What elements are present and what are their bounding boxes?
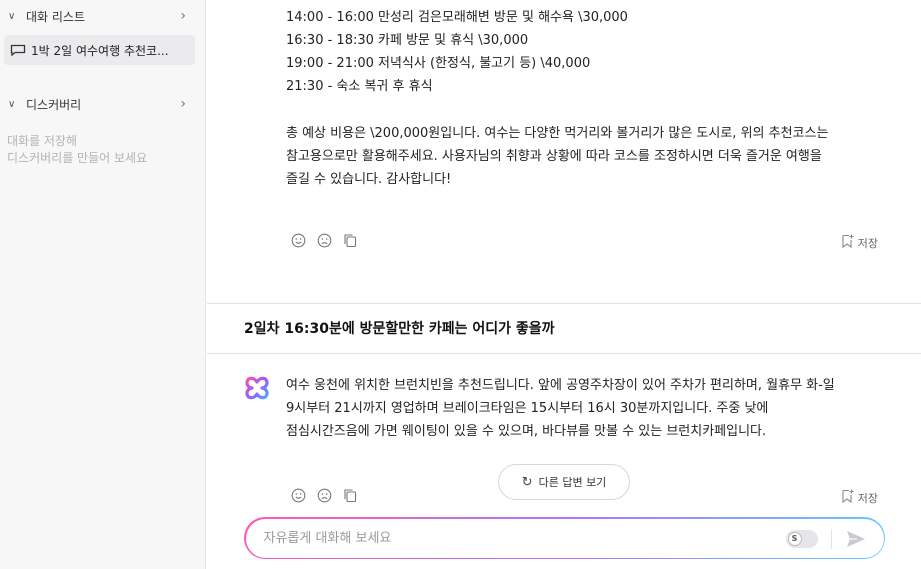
bookmark-add-icon <box>841 234 854 251</box>
divider <box>207 303 921 304</box>
sidebar-chat-item[interactable]: 1박 2일 여수여행 추천코... <box>4 35 195 65</box>
regenerate-label: 다른 답변 보기 <box>538 476 607 489</box>
answer-1-text: 14:00 - 16:00 만성리 검은모래해변 방문 및 해수욕 \30,00… <box>286 6 886 191</box>
chat-input[interactable] <box>263 530 744 546</box>
itinerary-line: 19:00 - 21:00 저녁식사 (한정식, 불고기 등) \40,000 <box>286 56 591 71</box>
chevron-right-icon[interactable]: › <box>180 8 186 24</box>
conversation-list-header[interactable]: ∨ 대화 리스트 › <box>0 3 206 29</box>
divider <box>207 353 921 354</box>
copy-icon[interactable] <box>342 488 358 504</box>
itinerary-line: 21:30 - 숙소 복귀 후 휴식 <box>286 79 433 94</box>
save-button[interactable]: 저장 <box>841 234 878 251</box>
save-button[interactable]: 저장 <box>841 489 878 506</box>
answer-line: 여수 웅천에 위치한 브런치빈을 추천드립니다. 앞에 공영주차장이 있어 주차… <box>286 378 835 393</box>
divider <box>830 528 832 549</box>
itinerary-line: 14:00 - 16:00 만성리 검은모래해변 방문 및 해수욕 \30,00… <box>286 10 628 25</box>
chevron-down-icon: ∨ <box>8 10 16 22</box>
chevron-down-icon: ∨ <box>8 98 16 110</box>
save-label: 저장 <box>857 236 878 250</box>
chat-input-inner: S <box>245 518 884 558</box>
smile-icon[interactable] <box>290 233 306 249</box>
send-icon[interactable] <box>846 530 866 548</box>
answer-2-text: 여수 웅천에 위치한 브런치빈을 추천드립니다. 앞에 공영주차장이 있어 주차… <box>286 374 906 443</box>
copy-icon[interactable] <box>342 233 358 249</box>
chat-input-box: S <box>244 517 885 559</box>
refresh-icon: ↻ <box>521 474 533 490</box>
answer-line: 9시부터 21시까지 영업하며 브레이크타임은 15시부터 16시 30분까지입… <box>286 401 769 416</box>
chat-item-title: 1박 2일 여수여행 추천코... <box>31 43 169 58</box>
user-question: 2일차 16:30분에 방문할만한 카페는 어디가 좋을까 <box>244 321 555 337</box>
bookmark-add-icon <box>841 489 854 506</box>
chevron-right-icon[interactable]: › <box>180 96 186 112</box>
discovery-hint: 대화를 저장해 디스커버리를 만들어 보세요 <box>7 133 147 167</box>
toggle-knob-icon: S <box>787 531 802 546</box>
summary-line: 즐길 수 있습니다. 감사합니다! <box>286 172 452 187</box>
conversation-list-label: 대화 리스트 <box>26 9 86 24</box>
answer-1-actions <box>290 233 358 249</box>
discovery-hint-line2: 디스커버리를 만들어 보세요 <box>7 151 148 165</box>
sidebar: ∨ 대화 리스트 › 1박 2일 여수여행 추천코... ∨ 디스커버리 › 대… <box>0 0 206 569</box>
frown-icon[interactable] <box>316 488 332 504</box>
summary-line: 총 예상 비용은 \200,000원입니다. 여수는 다양한 먹거리와 볼거리가… <box>286 126 829 141</box>
discovery-header[interactable]: ∨ 디스커버리 › <box>0 91 206 117</box>
save-label: 저장 <box>857 491 878 505</box>
itinerary-line: 16:30 - 18:30 카페 방문 및 휴식 \30,000 <box>286 33 529 48</box>
summary-line: 참고용으로만 활용해주세요. 사용자님의 취향과 상황에 따라 코스를 조정하시… <box>286 149 822 164</box>
answer-line: 점심시간즈음에 가면 웨이팅이 있을 수 있으며, 바다뷰를 맛볼 수 있는 브… <box>286 424 767 439</box>
mode-toggle[interactable]: S <box>785 529 818 548</box>
chat-bubble-icon <box>10 44 26 56</box>
discovery-label: 디스커버리 <box>26 97 82 112</box>
regenerate-button[interactable]: ↻ 다른 답변 보기 <box>498 464 630 500</box>
assistant-logo-icon <box>245 376 269 400</box>
discovery-hint-line1: 대화를 저장해 <box>7 134 78 148</box>
smile-icon[interactable] <box>290 488 306 504</box>
chat-main: 14:00 - 16:00 만성리 검은모래해변 방문 및 해수욕 \30,00… <box>207 0 921 569</box>
frown-icon[interactable] <box>316 233 332 249</box>
answer-2-actions <box>290 488 358 504</box>
